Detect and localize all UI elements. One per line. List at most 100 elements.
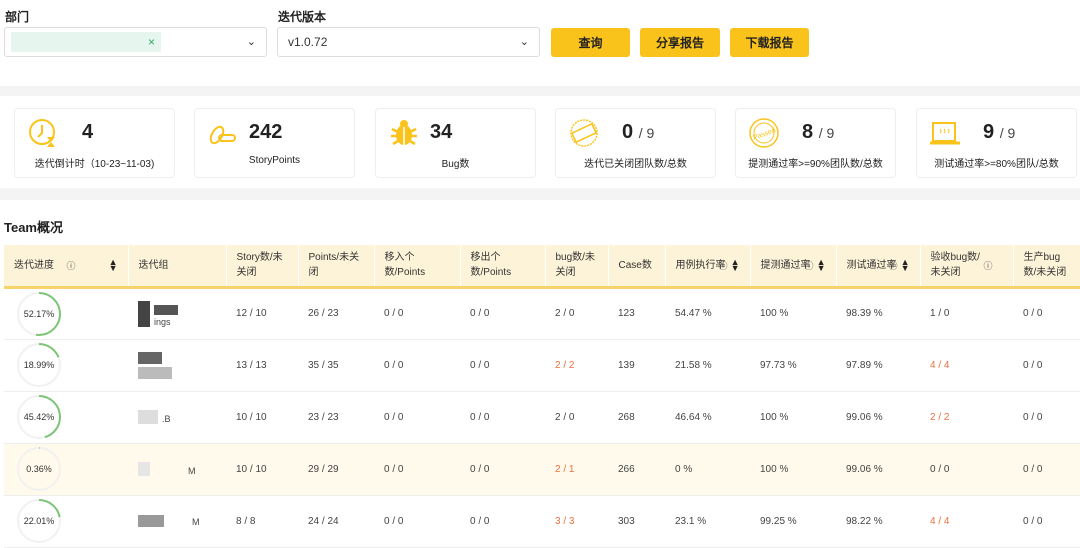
table-row: 0.36% M 10 / 10 29 / 29 0 / 00 / 02 / 1 266 0 … [4, 443, 1080, 496]
cell-out: 0 / 0 [460, 287, 545, 340]
cell-case: 268 [608, 391, 665, 444]
column-header-label: 验收bug数/未关闭 [930, 252, 980, 279]
cell-bug: 2 / 0 [545, 287, 608, 340]
progress-ring: 22.01% [16, 498, 62, 544]
stat-value: 0 / 9 [622, 121, 655, 143]
sort-icon[interactable]: ▲ ▼ [901, 258, 910, 273]
help-icon[interactable]: ⓘ [888, 259, 897, 274]
progress-label: 45.42% [23, 412, 55, 422]
column-header[interactable]: 用例执行率 ⓘ ▲ ▼ [665, 245, 751, 289]
stat-value: 242 [249, 121, 283, 143]
version-label: 迭代版本 [278, 10, 327, 24]
column-header[interactable]: 提测通过率 ⓘ ▲ ▼ [750, 245, 837, 289]
chevron-down-icon[interactable]: ⌄ [247, 35, 256, 48]
column-header: Case数 [608, 245, 666, 289]
table-row: 45.42% .B 10 / 10 23 / 23 0 / 00 / 02 / 0 268… [4, 391, 1080, 444]
column-header: Points/未关闭 [298, 245, 375, 289]
stat-label: StoryPoints [248, 155, 301, 166]
cell-bug: 2 / 1 [545, 443, 608, 496]
cell-case: 303 [608, 495, 665, 548]
table-row: 22.01% M 8 / 8 24 / 24 0 / 00 / 03 / 3 303 23.… [4, 495, 1080, 548]
team-name-cell[interactable]: ings [128, 287, 226, 340]
cell-prod: 0 / 0 [1013, 495, 1080, 548]
stat-value: 9 / 9 [983, 121, 1016, 143]
progress-ring: 0.36% [16, 446, 62, 492]
column-header-label: 迭代组 [138, 259, 169, 271]
chevron-down-icon[interactable]: ⌄ [520, 35, 529, 48]
cell-accept: 4 / 4 [920, 339, 1013, 392]
cell-test: 97.89 % [836, 339, 920, 392]
stat-label: 迭代已关闭团队数/总数 [584, 159, 687, 170]
coins-icon [207, 117, 239, 149]
version-select[interactable]: v1.0.72 ⌄ [277, 27, 540, 57]
column-header-label: 生产bug数/未关闭 [1023, 252, 1067, 279]
cell-accept: 4 / 4 [920, 495, 1013, 548]
progress-ring: 45.42% [16, 394, 62, 440]
share-report-button[interactable]: 分享报告 [640, 28, 720, 57]
cell-exec: 0 % [665, 443, 750, 496]
team-name-cell[interactable]: M [128, 495, 226, 548]
sort-icon[interactable]: ▲ ▼ [731, 258, 740, 273]
progress-cell: 22.01% [4, 495, 128, 548]
team-name-cell[interactable]: .B [128, 391, 226, 444]
divider [0, 86, 1080, 96]
query-button[interactable]: 查询 [551, 28, 630, 57]
cell-story: 10 / 10 [226, 391, 298, 444]
column-header-label: Points/未关闭 [308, 252, 360, 279]
cell-in: 0 / 0 [374, 287, 460, 340]
stat-value: 34 [430, 121, 453, 143]
sort-icon[interactable]: ▲ ▼ [109, 258, 118, 273]
column-header: 移出个数/Points [460, 245, 546, 289]
cell-out: 0 / 0 [460, 391, 545, 444]
team-name-cell[interactable] [128, 339, 226, 392]
column-header: 验收bug数/未关闭 ⓘ [920, 245, 1014, 289]
table-row: 18.99% 13 / 13 35 / 35 0 / 00 / 02 / 2 139 21… [4, 339, 1080, 392]
bug-icon [388, 117, 420, 149]
help-icon[interactable]: ⓘ [804, 259, 813, 274]
column-header-label: 移出个数/Points [470, 252, 512, 279]
cell-points: 26 / 23 [298, 287, 374, 340]
cell-exec: 54.47 % [665, 287, 750, 340]
cell-accept: 0 / 0 [920, 443, 1013, 496]
cell-out: 0 / 0 [460, 339, 545, 392]
stat-total: / 9 [818, 125, 835, 141]
filter-bar: 部门 × ⌄ 迭代版本 v1.0.72 ⌄ 查询 分享报告 下载报告 [0, 0, 1080, 86]
column-header[interactable]: 迭代进度 ⓘ ▲ ▼ [4, 245, 129, 289]
progress-label: 0.36% [26, 464, 52, 474]
progress-cell: 52.17% [4, 287, 128, 340]
column-header[interactable]: 测试通过率 ⓘ ▲ ▼ [836, 245, 921, 289]
stat-total: / 9 [638, 125, 655, 141]
help-icon[interactable]: ⓘ [983, 259, 992, 274]
cell-case: 266 [608, 443, 665, 496]
help-icon[interactable]: ⓘ [66, 259, 75, 274]
stat-card: Passed 8 / 9 提测通过率>=90%团队数/总数 [735, 108, 896, 178]
team-name-cell[interactable]: M [128, 443, 226, 496]
cell-exec: 21.58 % [665, 339, 750, 392]
column-header-label: 提测通过率 [760, 259, 811, 271]
cell-prod: 0 / 0 [1013, 391, 1080, 444]
cell-bug: 3 / 3 [545, 495, 608, 548]
help-icon[interactable]: ⓘ [718, 259, 727, 274]
column-header: 移入个数/Points [374, 245, 461, 289]
passed-stamp-icon: Passed [748, 117, 780, 149]
column-header-label: Case数 [618, 259, 652, 271]
download-report-button[interactable]: 下载报告 [730, 28, 809, 57]
cell-in: 0 / 0 [374, 443, 460, 496]
version-value: v1.0.72 [288, 35, 328, 49]
column-header-label: 迭代进度 [14, 259, 54, 271]
tag-remove-icon[interactable]: × [148, 35, 155, 49]
stat-card: 0 / 9 迭代已关闭团队数/总数 [555, 108, 716, 178]
cell-story: 13 / 13 [226, 339, 298, 392]
cell-story: 12 / 10 [226, 287, 298, 340]
team-table: 迭代进度 ⓘ ▲ ▼ 迭代组 Story数/未关闭 Points/未关闭 移入个数/Point… [4, 245, 1080, 548]
department-select[interactable]: × ⌄ [4, 27, 267, 57]
sort-icon[interactable]: ▲ ▼ [817, 258, 826, 273]
cell-in: 0 / 0 [374, 391, 460, 444]
cell-test: 98.22 % [836, 495, 920, 548]
cell-accept: 2 / 2 [920, 391, 1013, 444]
cell-exec: 23.1 % [665, 495, 750, 548]
progress-label: 52.17% [23, 308, 55, 319]
cell-submit: 97.73 % [750, 339, 836, 392]
column-header: 迭代组 [128, 245, 227, 289]
stat-value: 4 [82, 121, 94, 143]
